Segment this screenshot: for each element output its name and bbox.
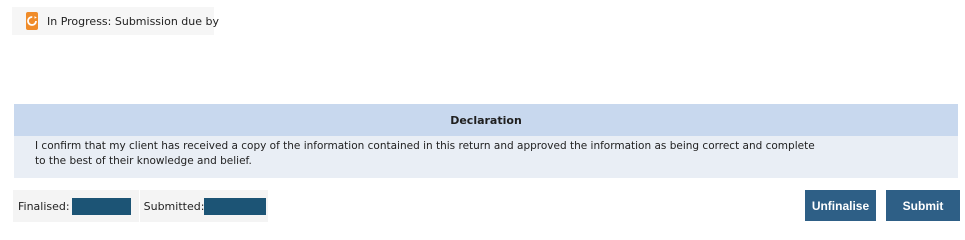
declaration-panel: Declaration I confirm that my client has… xyxy=(14,104,958,178)
status-bar: In Progress: Submission due by xyxy=(12,7,219,35)
submitted-label: Submitted: xyxy=(143,199,205,213)
in-progress-icon xyxy=(26,12,38,30)
declaration-text: I confirm that my client has received a … xyxy=(14,136,958,178)
status-text: In Progress: Submission due by xyxy=(47,14,219,28)
submit-button[interactable]: Submit xyxy=(886,190,960,221)
unfinalise-button[interactable]: Unfinalise xyxy=(805,190,876,221)
finalised-value-redacted xyxy=(71,197,131,215)
divider xyxy=(138,190,140,222)
declaration-title: Declaration xyxy=(14,104,958,136)
submission-info: Finalised: Submitted: xyxy=(13,190,268,222)
declaration-line-2: to the best of their knowledge and belie… xyxy=(35,155,252,167)
declaration-line-1: I confirm that my client has received a … xyxy=(35,140,815,152)
submitted-value-redacted xyxy=(204,197,267,215)
finalised-label: Finalised: xyxy=(18,199,70,213)
